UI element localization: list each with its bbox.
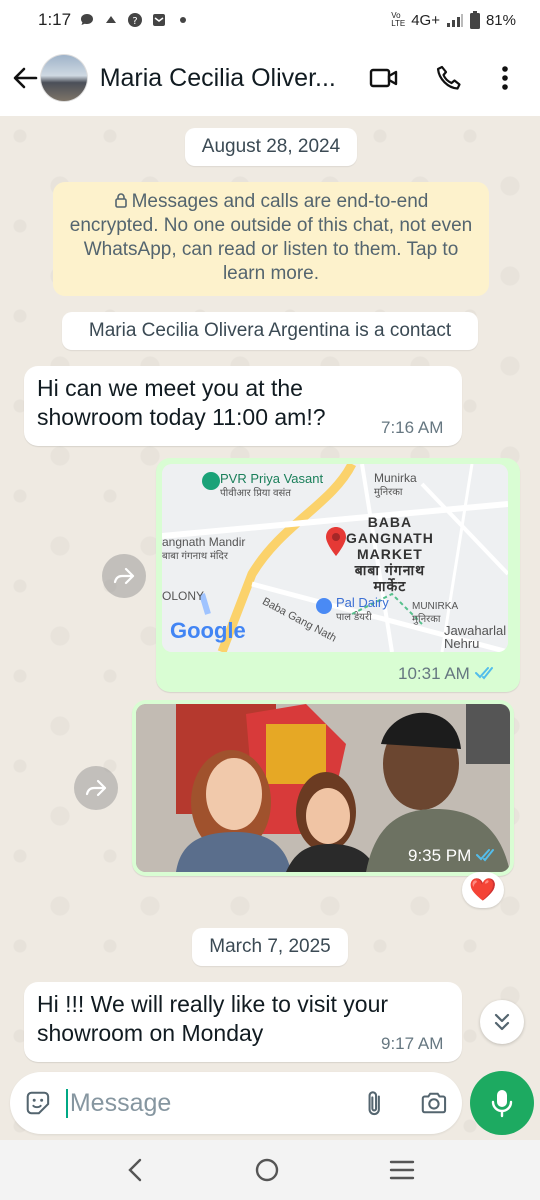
read-receipt-icon xyxy=(474,667,493,680)
message-time: 9:35 PM xyxy=(408,846,498,866)
voice-call-icon xyxy=(437,65,461,90)
video-call-button[interactable] xyxy=(359,53,409,103)
sticker-icon[interactable] xyxy=(24,1088,52,1118)
nav-back-icon[interactable] xyxy=(125,1157,145,1183)
read-receipt-icon xyxy=(476,849,495,862)
heart-reaction[interactable]: ❤️ xyxy=(462,872,504,908)
system-navigation-bar xyxy=(0,1140,540,1200)
chat-area[interactable]: August 28, 2024 Messages and calls are e… xyxy=(0,116,540,1140)
map-label-pvr: PVR Priya Vasant पीवीआर प्रिया वसंत xyxy=(220,472,323,500)
message-input[interactable] xyxy=(65,1088,336,1118)
map-label-baba-1: BABA xyxy=(367,514,413,530)
map-label-baba-hi-1: बाबा गंगनाथ xyxy=(354,562,426,578)
network-indicator: 4G+ xyxy=(411,11,440,29)
forward-button[interactable] xyxy=(74,766,118,810)
video-call-icon xyxy=(369,68,397,88)
scroll-to-bottom-button[interactable] xyxy=(480,1000,524,1044)
battery-icon xyxy=(469,11,480,29)
battery-level: 81% xyxy=(485,11,516,29)
map-label-baba-market: BABA GANGNATH MARKET बाबा गंगनाथ मार्केट xyxy=(346,514,434,594)
pal-dairy-pin-icon xyxy=(316,598,332,614)
forward-icon xyxy=(85,779,107,797)
dot-notification-icon xyxy=(180,17,187,23)
message-time: 9:17 AM xyxy=(381,1034,444,1053)
nav-home-icon[interactable] xyxy=(254,1157,280,1183)
map-label-munirka-hi: मुनिरका xyxy=(374,487,403,498)
outgoing-photo-message[interactable]: 9:35 PM xyxy=(132,700,514,876)
map-label-munirka-en: Munirka xyxy=(374,471,417,485)
status-time: 1:17 xyxy=(38,10,72,29)
volte-indicator: Vo LTE xyxy=(391,11,406,28)
contact-notice: Maria Cecilia Olivera Argentina is a con… xyxy=(62,312,478,350)
voice-call-button[interactable] xyxy=(424,53,474,103)
encryption-notice[interactable]: Messages and calls are end-to-end encryp… xyxy=(53,182,489,296)
map-label-jnu: Jawaharlal Nehru xyxy=(444,624,506,650)
camera-icon[interactable] xyxy=(420,1090,448,1116)
more-options-icon xyxy=(502,66,508,90)
map-label-pal-dairy: Pal Dairy पाल डेयरी xyxy=(336,596,389,624)
map-label-mandir: angnath Mandir बाबा गंगनाथ मंदिर xyxy=(162,536,245,563)
google-logo: Google xyxy=(170,618,246,643)
status-bar: 1:17 ? Vo LTE 4G+ 81% xyxy=(0,0,540,40)
map-label-jnu-2: Nehru xyxy=(444,636,480,651)
chat-header: Maria Cecilia Oliver... xyxy=(0,40,540,116)
date-separator: March 7, 2025 xyxy=(192,928,348,966)
back-button[interactable] xyxy=(10,58,40,98)
forward-icon xyxy=(113,567,135,585)
back-arrow-icon xyxy=(13,67,38,89)
map-label-baba-hi-2: मार्केट xyxy=(373,578,407,594)
message-composer xyxy=(10,1072,462,1134)
map-label-munirka: Munirka मुनिरका xyxy=(374,472,417,499)
map-label-pal-dairy-hi: पाल डेयरी xyxy=(336,612,372,623)
lock-icon xyxy=(114,193,127,208)
map-label-mandir-hi: बाबा गंगनाथ मंदिर xyxy=(162,551,228,562)
date-separator: August 28, 2024 xyxy=(185,128,357,166)
forward-button[interactable] xyxy=(102,554,146,598)
chat-notification-icon xyxy=(81,14,94,25)
double-chevron-down-icon xyxy=(494,1013,510,1031)
microphone-icon xyxy=(491,1090,513,1118)
pvr-pin-icon xyxy=(202,472,220,490)
message-time-text: 10:31 AM xyxy=(398,664,470,683)
map-label-pal-dairy-en: Pal Dairy xyxy=(336,595,389,610)
mail-notification-icon xyxy=(153,14,166,26)
map-label-colony: OLONY xyxy=(162,589,205,603)
contact-avatar[interactable] xyxy=(39,54,88,102)
contact-name[interactable]: Maria Cecilia Oliver... xyxy=(100,64,349,93)
map-label-munirka-2-hi: मुनिरका xyxy=(412,614,441,625)
heart-icon: ❤️ xyxy=(469,877,497,902)
map-label-baba-3: MARKET xyxy=(356,546,423,562)
message-text: Hi can we meet you at the showroom today… xyxy=(37,375,326,430)
voice-message-button[interactable] xyxy=(470,1071,534,1135)
signal-icon xyxy=(446,14,463,27)
more-options-button[interactable] xyxy=(480,53,530,103)
upload-notification-icon xyxy=(106,16,117,23)
help-notification-icon: ? xyxy=(128,13,143,27)
message-time-text: 9:35 PM xyxy=(408,846,472,865)
map-label-baba-2: GANGNATH xyxy=(346,530,434,546)
incoming-message[interactable]: Hi !!! We will really like to visit your… xyxy=(24,982,462,1062)
message-time: 7:16 AM xyxy=(381,418,444,437)
map-label-pvr-en: PVR Priya Vasant xyxy=(220,471,324,486)
location-map[interactable]: PVR Priya Vasant पीवीआर प्रिया वसंत Muni… xyxy=(162,464,508,652)
location-pin-icon xyxy=(326,527,346,556)
outgoing-location-message[interactable]: PVR Priya Vasant पीवीआर प्रिया वसंत Muni… xyxy=(156,458,520,692)
attach-icon[interactable] xyxy=(364,1088,386,1118)
map-label-munirka-2-en: MUNIRKA xyxy=(412,601,459,612)
encryption-text: Messages and calls are end-to-end encryp… xyxy=(69,191,473,284)
message-time: 10:31 AM xyxy=(398,664,497,684)
incoming-message[interactable]: Hi can we meet you at the showroom today… xyxy=(24,366,462,446)
map-label-pvr-hi: पीवीआर प्रिया वसंत xyxy=(220,488,291,499)
nav-recents-icon[interactable] xyxy=(389,1159,415,1181)
svg-text:?: ? xyxy=(132,16,137,27)
map-label-mandir-en: angnath Mandir xyxy=(162,535,246,549)
